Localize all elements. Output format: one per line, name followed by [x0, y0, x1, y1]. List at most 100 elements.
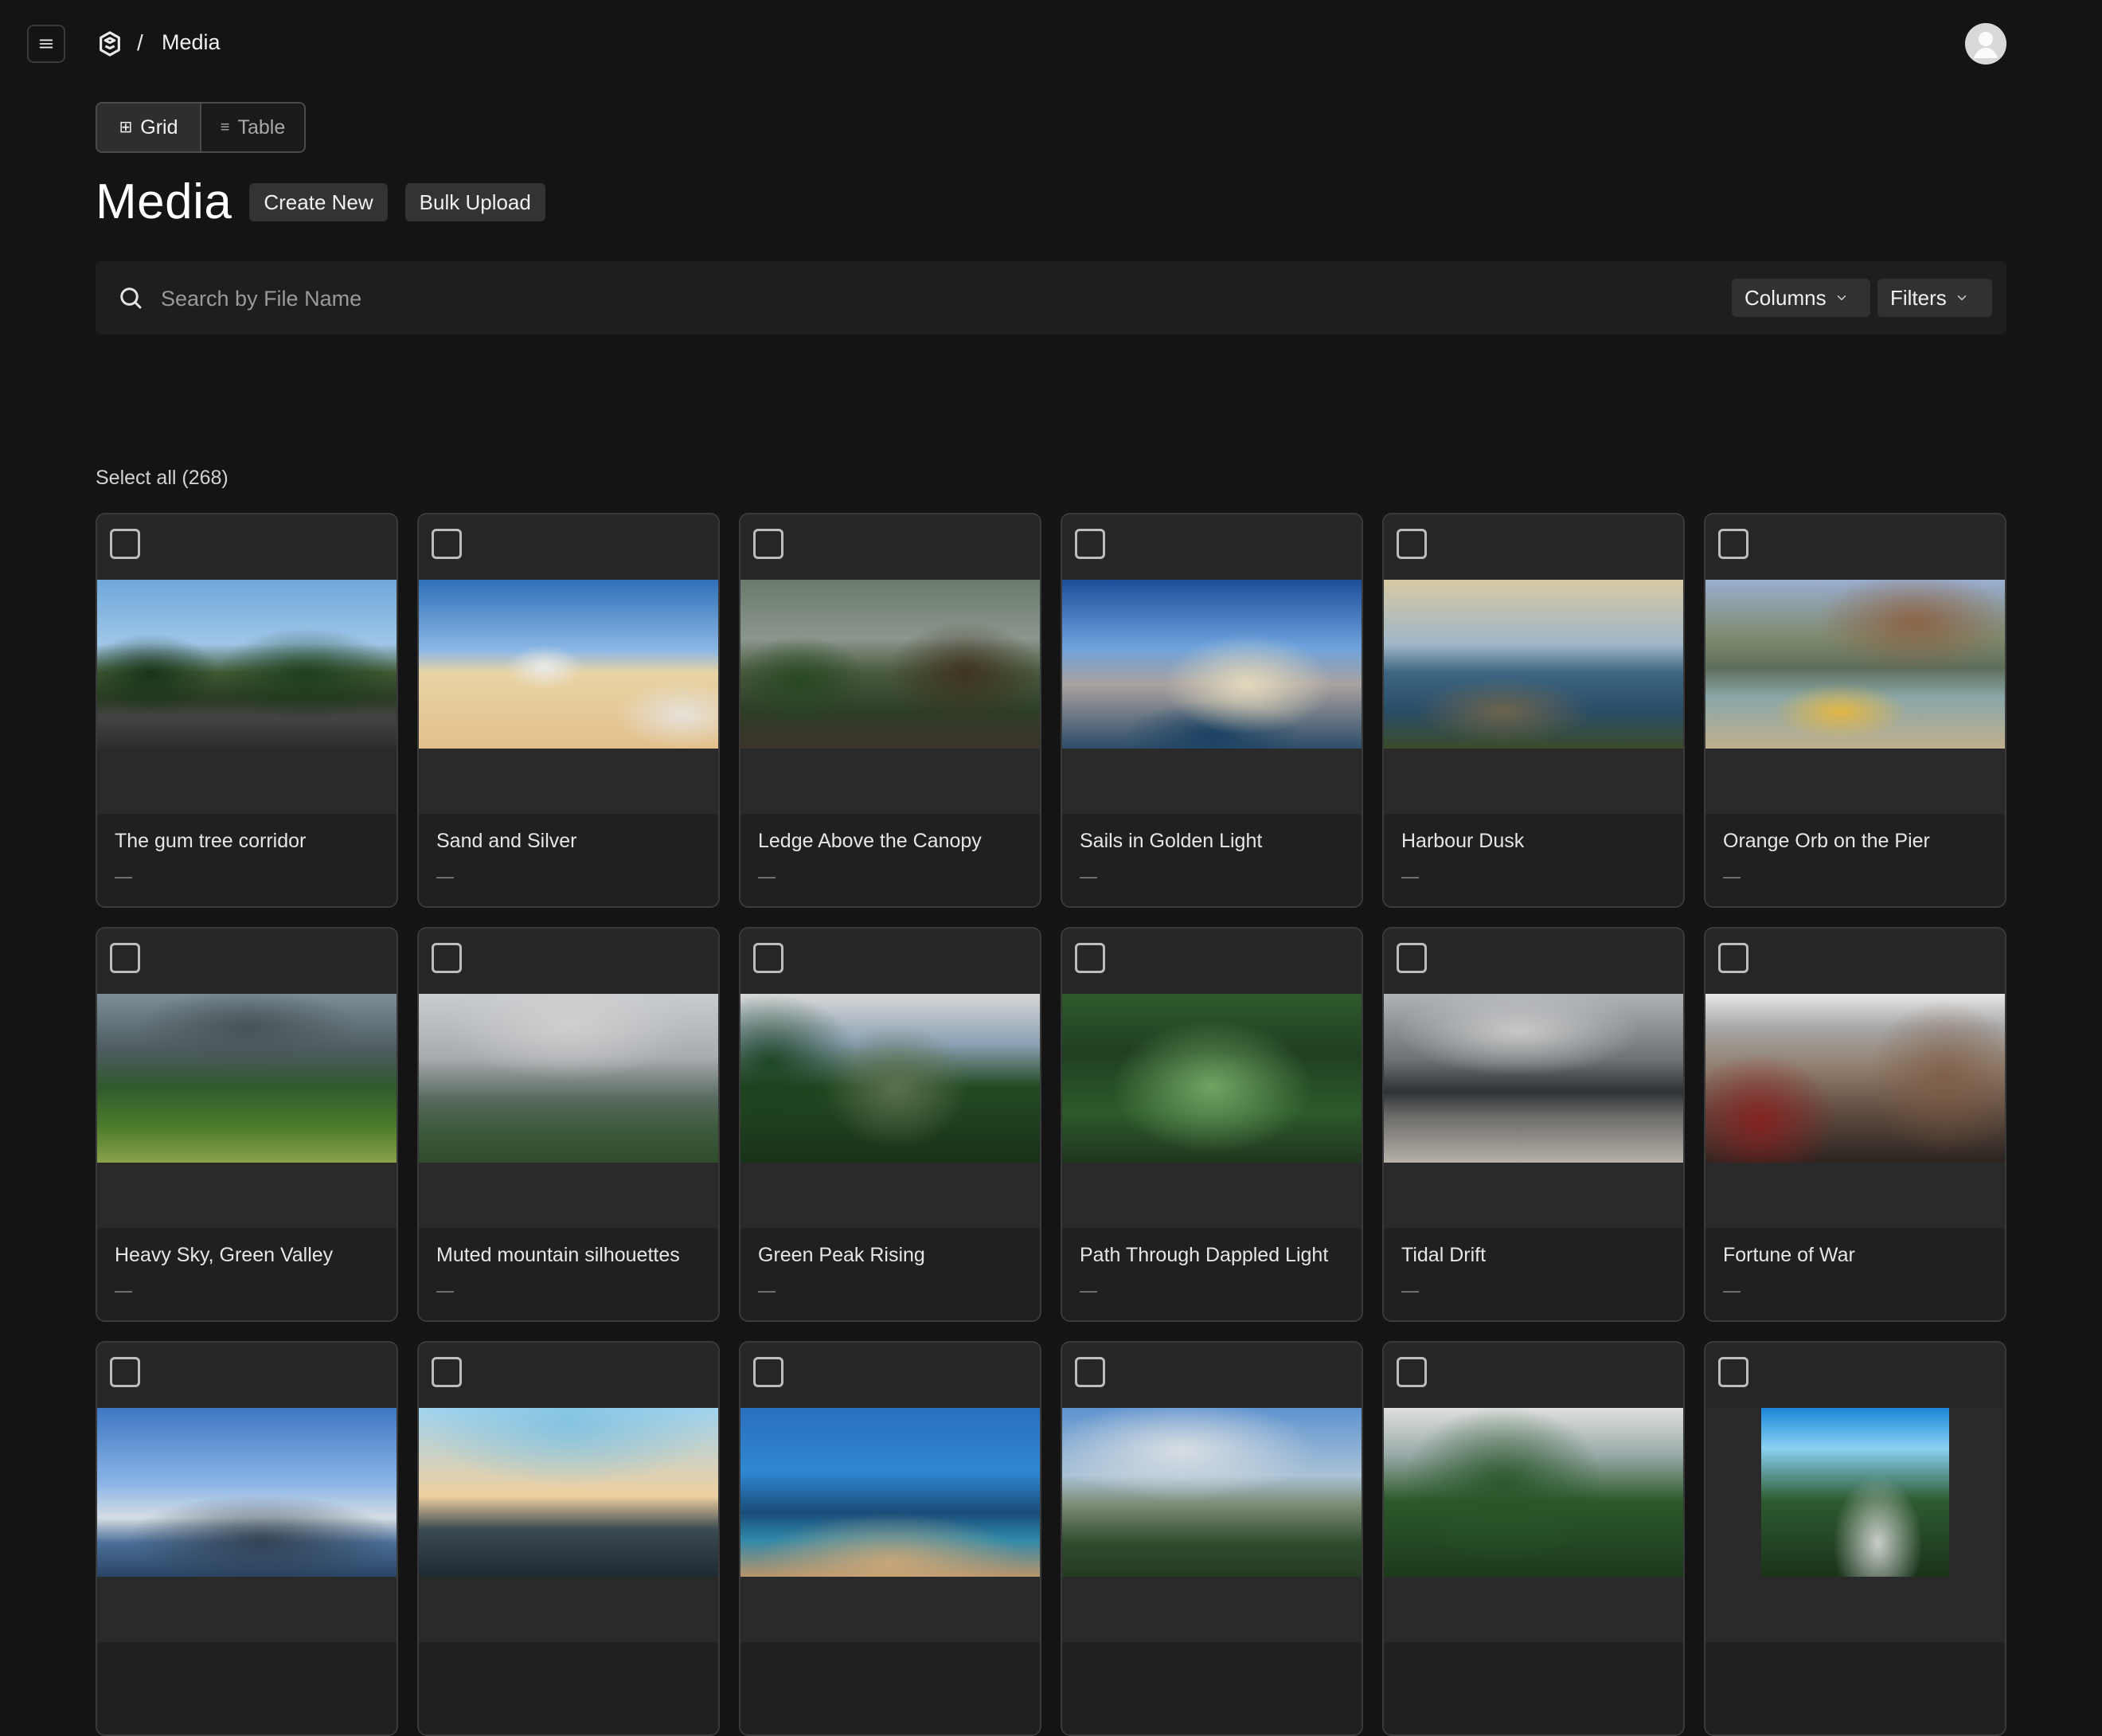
thumbnail[interactable] — [419, 580, 718, 749]
thumbnail[interactable] — [1062, 994, 1362, 1163]
select-checkbox[interactable] — [1397, 529, 1427, 559]
media-card[interactable]: Orange Orb on the Pier — — [1704, 513, 2006, 908]
thumbnail-area — [740, 994, 1040, 1228]
card-header — [1384, 929, 1683, 994]
view-table-button[interactable]: ≡ Table — [201, 104, 304, 151]
media-card[interactable]: Tidal Drift — — [1382, 927, 1685, 1322]
select-checkbox[interactable] — [1397, 943, 1427, 973]
file-meta: — — [1401, 1280, 1419, 1300]
card-header — [740, 929, 1040, 994]
media-card[interactable] — [1704, 1341, 2006, 1736]
select-checkbox[interactable] — [432, 529, 462, 559]
card-header — [1062, 1343, 1362, 1408]
media-card[interactable]: Sails in Golden Light — — [1061, 513, 1363, 908]
media-card[interactable] — [1061, 1341, 1363, 1736]
file-meta: — — [1080, 866, 1097, 886]
select-checkbox[interactable] — [753, 943, 783, 973]
thumbnail-area — [419, 1408, 718, 1642]
select-checkbox[interactable] — [432, 943, 462, 973]
file-name[interactable]: Harbour Dusk — [1401, 830, 1524, 853]
thumbnail[interactable] — [97, 580, 397, 749]
media-card[interactable]: Fortune of War — — [1704, 927, 2006, 1322]
media-card[interactable] — [739, 1341, 1041, 1736]
media-card[interactable] — [96, 1341, 398, 1736]
thumbnail[interactable] — [1384, 580, 1683, 749]
select-checkbox[interactable] — [1075, 943, 1105, 973]
view-grid-button[interactable]: ⊞ Grid — [97, 104, 201, 151]
file-name[interactable]: Ledge Above the Canopy — [758, 830, 982, 853]
app-logo[interactable] — [94, 28, 126, 60]
thumbnail[interactable] — [740, 994, 1040, 1163]
select-checkbox[interactable] — [432, 1357, 462, 1387]
search-icon — [120, 287, 142, 309]
select-checkbox[interactable] — [1718, 1357, 1748, 1387]
media-card[interactable]: Ledge Above the Canopy — — [739, 513, 1041, 908]
thumbnail[interactable] — [419, 1408, 718, 1577]
card-footer: Muted mountain silhouettes — — [419, 1228, 718, 1320]
create-new-button[interactable]: Create New — [249, 183, 388, 221]
file-name[interactable]: Muted mountain silhouettes — [436, 1244, 680, 1267]
media-card[interactable]: Harbour Dusk — — [1382, 513, 1685, 908]
select-checkbox[interactable] — [1075, 529, 1105, 559]
thumbnail[interactable] — [1384, 994, 1683, 1163]
thumbnail[interactable] — [1761, 1408, 1949, 1577]
chevron-down-icon — [1957, 295, 1967, 300]
file-name[interactable]: The gum tree corridor — [115, 830, 306, 853]
search-input[interactable] — [159, 276, 1739, 322]
select-checkbox[interactable] — [1397, 1357, 1427, 1387]
menu-button[interactable] — [27, 25, 65, 63]
select-checkbox[interactable] — [1718, 943, 1748, 973]
media-card[interactable]: Sand and Silver — — [417, 513, 720, 908]
media-card[interactable]: Heavy Sky, Green Valley — — [96, 927, 398, 1322]
media-card[interactable] — [1382, 1341, 1685, 1736]
media-card[interactable]: Path Through Dappled Light — — [1061, 927, 1363, 1322]
thumbnail[interactable] — [1705, 994, 2005, 1163]
thumbnail[interactable] — [1705, 580, 2005, 749]
media-card[interactable]: Green Peak Rising — — [739, 927, 1041, 1322]
file-name[interactable]: Orange Orb on the Pier — [1723, 830, 1930, 853]
thumbnail-area — [1705, 1408, 2005, 1642]
select-checkbox[interactable] — [110, 1357, 140, 1387]
thumbnail-area — [97, 994, 397, 1228]
media-card[interactable]: The gum tree corridor — — [96, 513, 398, 908]
file-name[interactable]: Heavy Sky, Green Valley — [115, 1244, 333, 1267]
thumbnail[interactable] — [97, 1408, 397, 1577]
thumbnail[interactable] — [1062, 580, 1362, 749]
filters-button[interactable]: Filters — [1877, 279, 1992, 317]
thumbnail-area — [740, 1408, 1040, 1642]
media-card[interactable] — [417, 1341, 720, 1736]
media-card[interactable]: Muted mountain silhouettes — — [417, 927, 720, 1322]
select-checkbox[interactable] — [753, 1357, 783, 1387]
columns-button[interactable]: Columns — [1732, 279, 1870, 317]
breadcrumb-current[interactable]: Media — [162, 30, 221, 55]
select-checkbox[interactable] — [1718, 529, 1748, 559]
thumbnail-area — [1384, 994, 1683, 1228]
thumbnail[interactable] — [1062, 1408, 1362, 1577]
card-header — [419, 929, 718, 994]
thumbnail[interactable] — [740, 580, 1040, 749]
avatar[interactable] — [1965, 23, 2006, 65]
thumbnail-area — [1705, 994, 2005, 1228]
card-footer: Sand and Silver — — [419, 814, 718, 906]
thumbnail[interactable] — [97, 994, 397, 1163]
thumbnail[interactable] — [419, 994, 718, 1163]
card-header — [419, 514, 718, 580]
select-checkbox[interactable] — [110, 529, 140, 559]
card-footer: Path Through Dappled Light — — [1062, 1228, 1362, 1320]
card-header — [97, 514, 397, 580]
thumbnail[interactable] — [1384, 1408, 1683, 1577]
select-checkbox[interactable] — [1075, 1357, 1105, 1387]
card-header — [1384, 1343, 1683, 1408]
select-checkbox[interactable] — [110, 943, 140, 973]
card-header — [97, 1343, 397, 1408]
file-name[interactable]: Sails in Golden Light — [1080, 830, 1262, 853]
file-name[interactable]: Green Peak Rising — [758, 1244, 925, 1267]
file-name[interactable]: Sand and Silver — [436, 830, 577, 853]
file-name[interactable]: Fortune of War — [1723, 1244, 1855, 1267]
select-checkbox[interactable] — [753, 529, 783, 559]
file-name[interactable]: Tidal Drift — [1401, 1244, 1486, 1267]
bulk-upload-button[interactable]: Bulk Upload — [404, 183, 545, 221]
thumbnail[interactable] — [740, 1408, 1040, 1577]
file-name[interactable]: Path Through Dappled Light — [1080, 1244, 1328, 1267]
select-all[interactable]: Select all (268) — [96, 467, 229, 490]
